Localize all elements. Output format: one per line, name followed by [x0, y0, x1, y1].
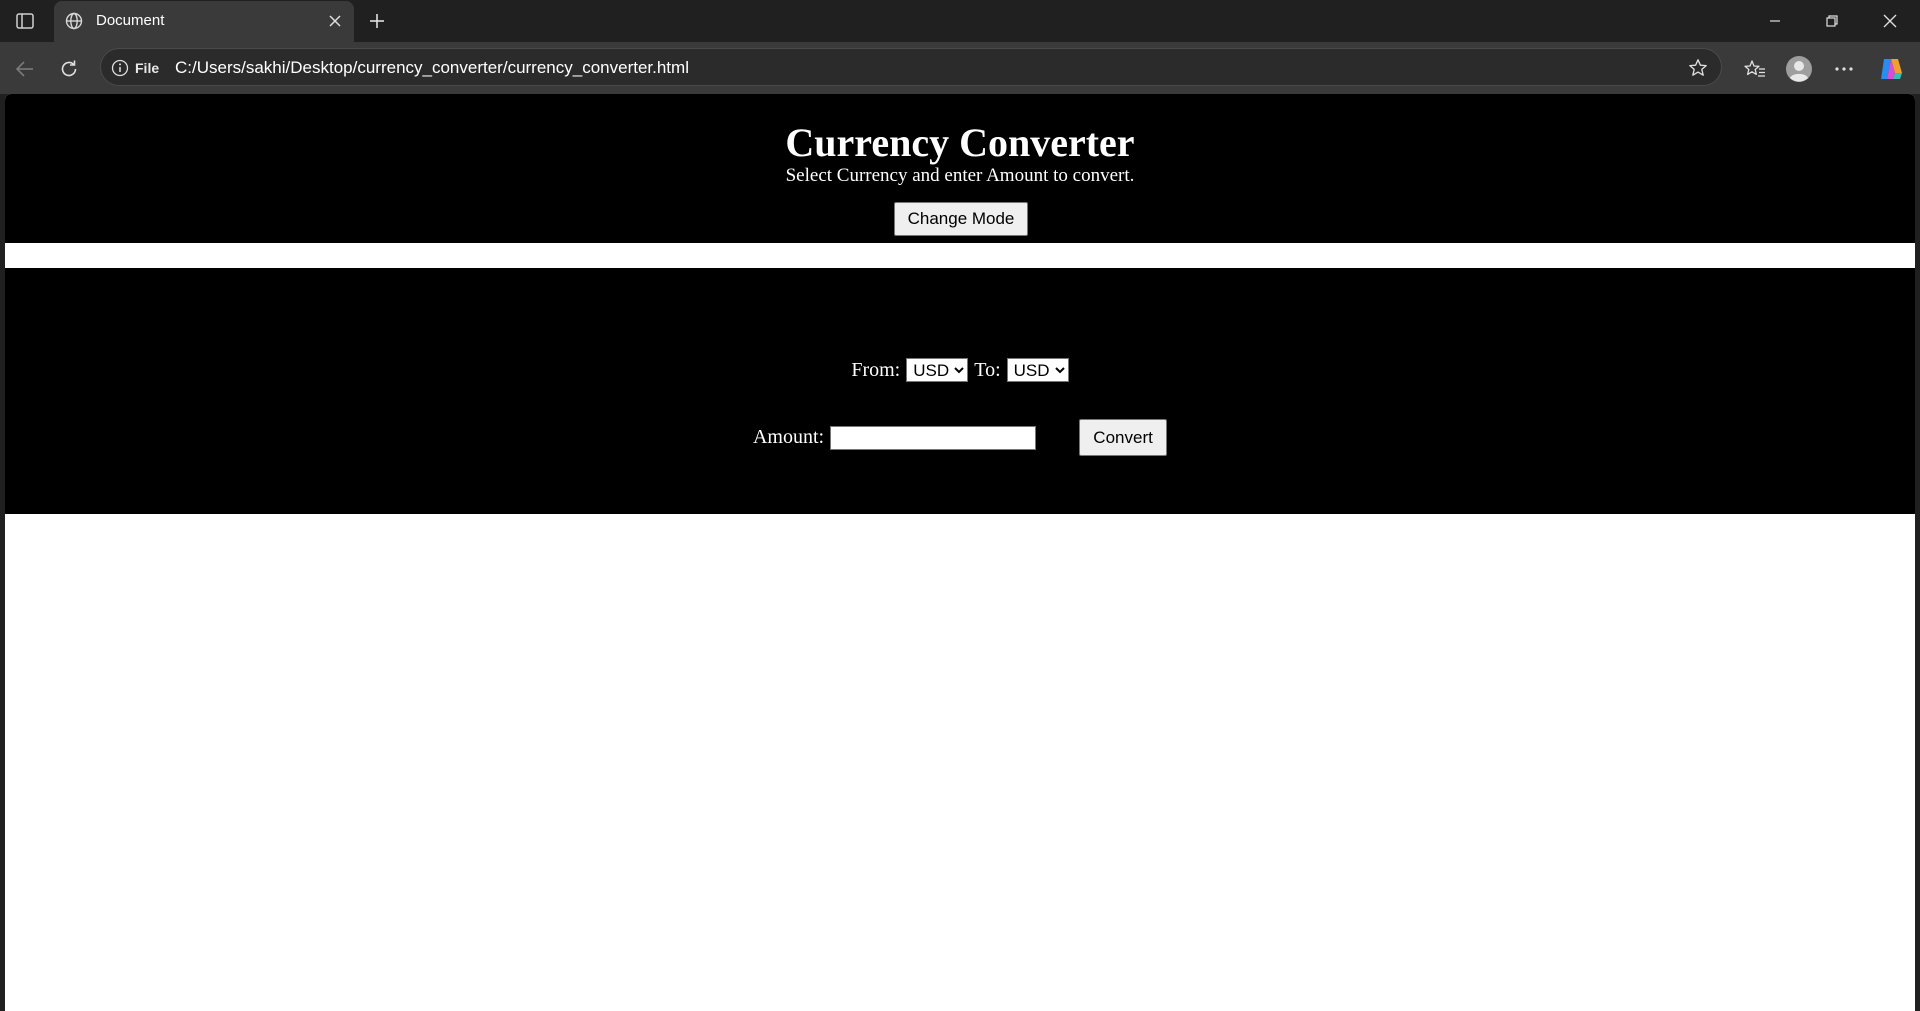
favorite-star-icon[interactable]	[1685, 55, 1711, 81]
site-info-button[interactable]: File	[111, 57, 159, 79]
tab-actions-icon[interactable]	[10, 7, 40, 35]
to-currency-select[interactable]: USD	[1006, 358, 1069, 382]
page-subtitle: Select Currency and enter Amount to conv…	[785, 165, 1135, 186]
convert-button[interactable]: Convert	[1079, 419, 1168, 456]
from-label: From:	[851, 358, 901, 381]
site-label: File	[135, 60, 160, 76]
close-window-icon[interactable]	[1862, 0, 1918, 42]
currency-row: From: USD To: USD	[5, 358, 1915, 382]
url-text[interactable]: C:/Users/sakhi/Desktop/currency_converte…	[175, 58, 689, 78]
favorites-icon[interactable]	[1738, 52, 1772, 86]
to-label: To:	[974, 358, 1001, 381]
tab-document[interactable]: Document	[54, 1, 354, 42]
amount-label: Amount:	[752, 426, 825, 448]
amount-row: Amount: Convert	[5, 419, 1915, 456]
new-tab-icon[interactable]	[362, 6, 392, 36]
page-header: Currency Converter Select Currency and e…	[5, 94, 1915, 243]
restore-icon[interactable]	[1804, 0, 1860, 42]
more-options-icon[interactable]	[1827, 52, 1861, 86]
back-arrow-icon[interactable]	[8, 52, 42, 86]
browser-window: Document File C:/Users/sakhi/Desktop/cur…	[0, 0, 1920, 1011]
close-tab-icon[interactable]	[324, 10, 346, 32]
converter-panel: From: USD To: USD Amount: Convert	[5, 268, 1915, 514]
minimize-icon[interactable]	[1747, 0, 1803, 42]
globe-icon	[64, 11, 84, 31]
profile-avatar-icon[interactable]	[1782, 52, 1816, 86]
copilot-icon[interactable]	[1874, 52, 1908, 86]
tab-strip: Document	[0, 0, 1920, 42]
change-mode-button[interactable]: Change Mode	[894, 202, 1028, 236]
browser-toolbar: File C:/Users/sakhi/Desktop/currency_con…	[0, 42, 1920, 94]
refresh-icon[interactable]	[52, 52, 86, 86]
page-viewport: Currency Converter Select Currency and e…	[5, 94, 1915, 1011]
from-currency-select[interactable]: USD	[906, 358, 969, 382]
address-bar[interactable]: File C:/Users/sakhi/Desktop/currency_con…	[100, 48, 1722, 86]
info-icon	[111, 59, 129, 77]
page-title: Currency Converter	[785, 120, 1135, 165]
amount-input[interactable]	[830, 425, 1037, 450]
tab-title: Document	[96, 12, 165, 29]
